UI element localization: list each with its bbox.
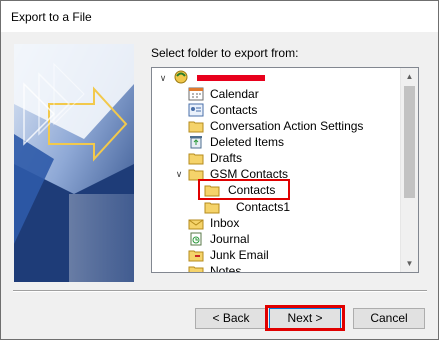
junk-email-icon	[188, 248, 204, 262]
cancel-button[interactable]: Cancel	[353, 308, 425, 329]
tree-item-notes[interactable]: Notes	[152, 263, 401, 272]
tree-item-drafts[interactable]: Drafts	[152, 150, 401, 166]
tree-item-label: Deleted Items	[210, 135, 285, 149]
folder-icon	[204, 200, 220, 214]
folder-tree[interactable]: ∨ Calendar Contacts Conversation Action …	[151, 67, 419, 273]
redaction-bar	[197, 75, 265, 81]
tree-item-label: Junk Email	[210, 248, 269, 262]
dialog-title: Export to a File	[11, 10, 92, 24]
next-button-highlight-box	[265, 305, 345, 331]
title-bar: Export to a File	[1, 1, 438, 32]
tree-item-inbox[interactable]: Inbox	[152, 215, 401, 231]
contacts-icon	[188, 103, 204, 117]
tree-item-label: Contacts	[210, 103, 258, 117]
collapse-arrow-icon[interactable]: ∨	[174, 166, 184, 182]
scroll-down-arrow-icon[interactable]: ▼	[401, 255, 418, 272]
tree-item-label: Calendar	[210, 87, 259, 101]
tree-item-deleted-items[interactable]: Deleted Items	[152, 134, 401, 150]
export-dialog: Export to a File Select folder to export…	[0, 0, 439, 340]
tree-vertical-scrollbar[interactable]: ▲ ▼	[400, 68, 418, 272]
selection-highlight-box	[198, 179, 290, 200]
notes-icon	[188, 264, 204, 272]
tree-item-mailbox-root[interactable]: ∨	[152, 70, 401, 86]
tree-item-label: Journal	[210, 232, 250, 246]
tree-item-label: Drafts	[210, 151, 243, 165]
tree-item-junk-email[interactable]: Junk Email	[152, 247, 401, 263]
tree-item-label: Contacts1	[236, 200, 291, 214]
tree-item-label: Conversation Action Settings	[210, 119, 364, 133]
tree-item-calendar[interactable]: Calendar	[152, 86, 401, 102]
mailbox-root-icon	[173, 70, 189, 84]
back-button[interactable]: < Back	[195, 308, 267, 329]
tree-item-contacts1[interactable]: Contacts1	[152, 199, 401, 215]
folder-tree-viewport: ∨ Calendar Contacts Conversation Action …	[152, 68, 401, 272]
folder-icon	[188, 151, 204, 165]
wizard-banner-image	[14, 44, 134, 282]
tree-item-contacts[interactable]: Contacts	[152, 102, 401, 118]
tree-item-conversation-action-settings[interactable]: Conversation Action Settings	[152, 118, 401, 134]
tree-item-label: Inbox	[210, 216, 240, 230]
scrollbar-thumb[interactable]	[404, 86, 415, 198]
folder-icon	[188, 119, 204, 133]
tree-item-journal[interactable]: Journal	[152, 231, 401, 247]
scroll-up-arrow-icon[interactable]: ▲	[401, 68, 418, 85]
inbox-icon	[188, 216, 204, 230]
collapse-arrow-icon[interactable]: ∨	[158, 70, 168, 86]
tree-item-label: Notes	[210, 264, 242, 272]
recycle-bin-icon	[188, 135, 204, 149]
journal-icon	[188, 232, 204, 246]
calendar-icon	[188, 87, 204, 101]
export-from-label: Select folder to export from:	[151, 46, 299, 60]
footer-divider	[13, 290, 427, 292]
